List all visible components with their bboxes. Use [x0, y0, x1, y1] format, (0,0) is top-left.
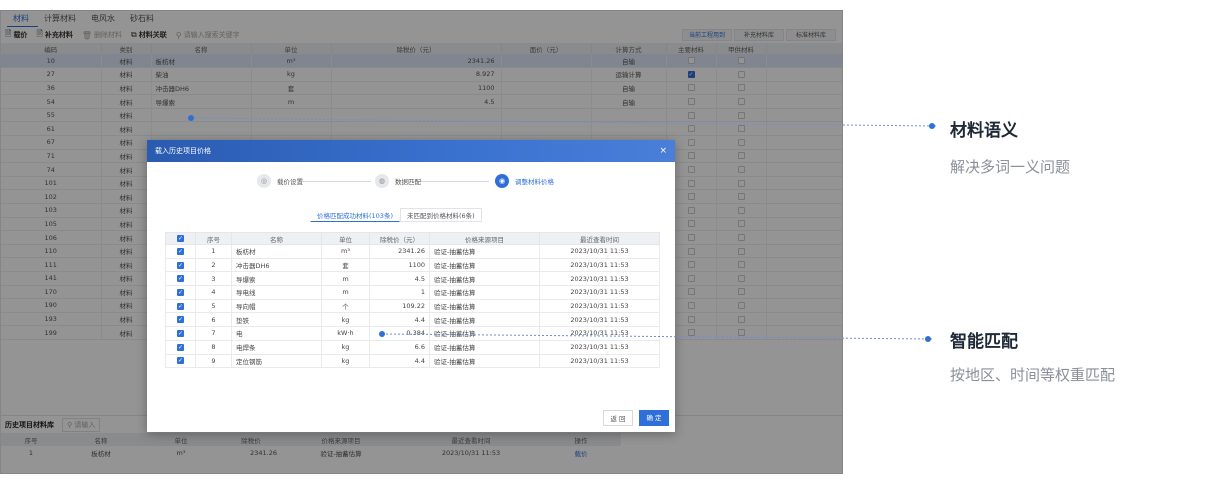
- stage: 材料 计算材料 电风水 砂石料 🗎 载价 🗎 补充材料 🗑 删除材料 ⧉ 材料关联 ⚲ 请…: [0, 0, 1207, 483]
- callout-anchor-dot: [379, 331, 385, 337]
- callout-line-matching: [381, 333, 933, 340]
- callout-subtitle-semantics: 解决多词一义问题: [950, 158, 1071, 176]
- callout-title-semantics: 材料语义: [950, 121, 1018, 141]
- callout-title-matching: 智能匹配: [950, 332, 1018, 352]
- callout-anchor-dot: [188, 115, 194, 121]
- callout-subtitle-matching: 按地区、时间等权重匹配: [950, 366, 1116, 384]
- callout-line-semantics: [190, 117, 937, 127]
- callout-lines: [190, 117, 937, 340]
- callout-end-dot: [925, 336, 931, 342]
- callout-end-dot: [929, 123, 935, 129]
